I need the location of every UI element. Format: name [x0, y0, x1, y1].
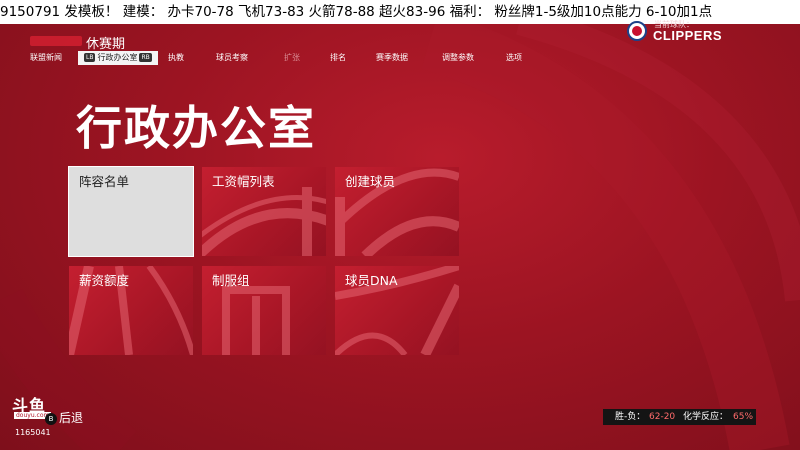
room-id: 1165041 [15, 428, 51, 437]
tab-front-office-label: 行政办公室 [97, 53, 138, 62]
tab-coaching[interactable]: 执教 [168, 51, 184, 65]
tile-salary-room-label: 薪资额度 [79, 273, 130, 288]
tile-roster[interactable]: 阵容名单 [68, 166, 194, 257]
main-nav: 联盟新闻 LB 行政办公室 RB 执教 球员考察 扩张 排名 赛季数据 调整参数 选… [22, 51, 582, 67]
tile-salary-cap-list-label: 工资帽列表 [212, 174, 275, 189]
tile-player-dna-label: 球员DNA [345, 273, 398, 288]
chemistry-label: 化学反应： [683, 412, 729, 422]
tab-scouting[interactable]: 球员考察 [216, 51, 248, 65]
page-title: 行政办公室 [76, 101, 316, 155]
tile-create-player-label: 创建球员 [345, 174, 396, 189]
tile-create-player[interactable]: 创建球员 [335, 167, 459, 256]
tile-player-dna[interactable]: 球员DNA [335, 266, 459, 355]
season-phase-label: 休赛期 [86, 37, 126, 52]
tab-settings[interactable]: 调整参数 [442, 51, 474, 65]
record-label: 胜-负： [615, 412, 646, 422]
tab-season-stats[interactable]: 赛季数据 [376, 51, 408, 65]
back-button[interactable]: B 后退 [45, 409, 83, 426]
tile-salary-room[interactable]: 薪资额度 [69, 266, 193, 355]
tile-front-office-staff[interactable]: 制服组 [202, 266, 326, 355]
tile-salary-cap-list[interactable]: 工资帽列表 [202, 167, 326, 256]
b-button-icon: B [45, 412, 57, 425]
clippers-logo-icon [627, 21, 647, 41]
tab-expansion: 扩张 [284, 53, 300, 62]
tab-front-office[interactable]: LB 行政办公室 RB [78, 51, 158, 65]
record-value: 62-20 [649, 412, 676, 422]
mode-logo [30, 36, 82, 46]
team-stats-bar: 胜-负： 62-20 化学反应： 65% [603, 409, 756, 425]
current-team-name: CLIPPERS [653, 28, 723, 43]
tile-roster-label: 阵容名单 [79, 174, 130, 189]
rb-button-icon: RB [139, 53, 152, 62]
tab-options[interactable]: 选项 [506, 51, 522, 65]
tile-front-office-staff-label: 制服组 [212, 273, 250, 288]
chemistry-value: 65% [733, 412, 754, 422]
lb-button-icon: LB [84, 53, 96, 62]
tab-standings[interactable]: 排名 [330, 51, 346, 65]
back-button-label: 后退 [59, 411, 84, 425]
tab-league-news[interactable]: 联盟新闻 [30, 51, 62, 65]
